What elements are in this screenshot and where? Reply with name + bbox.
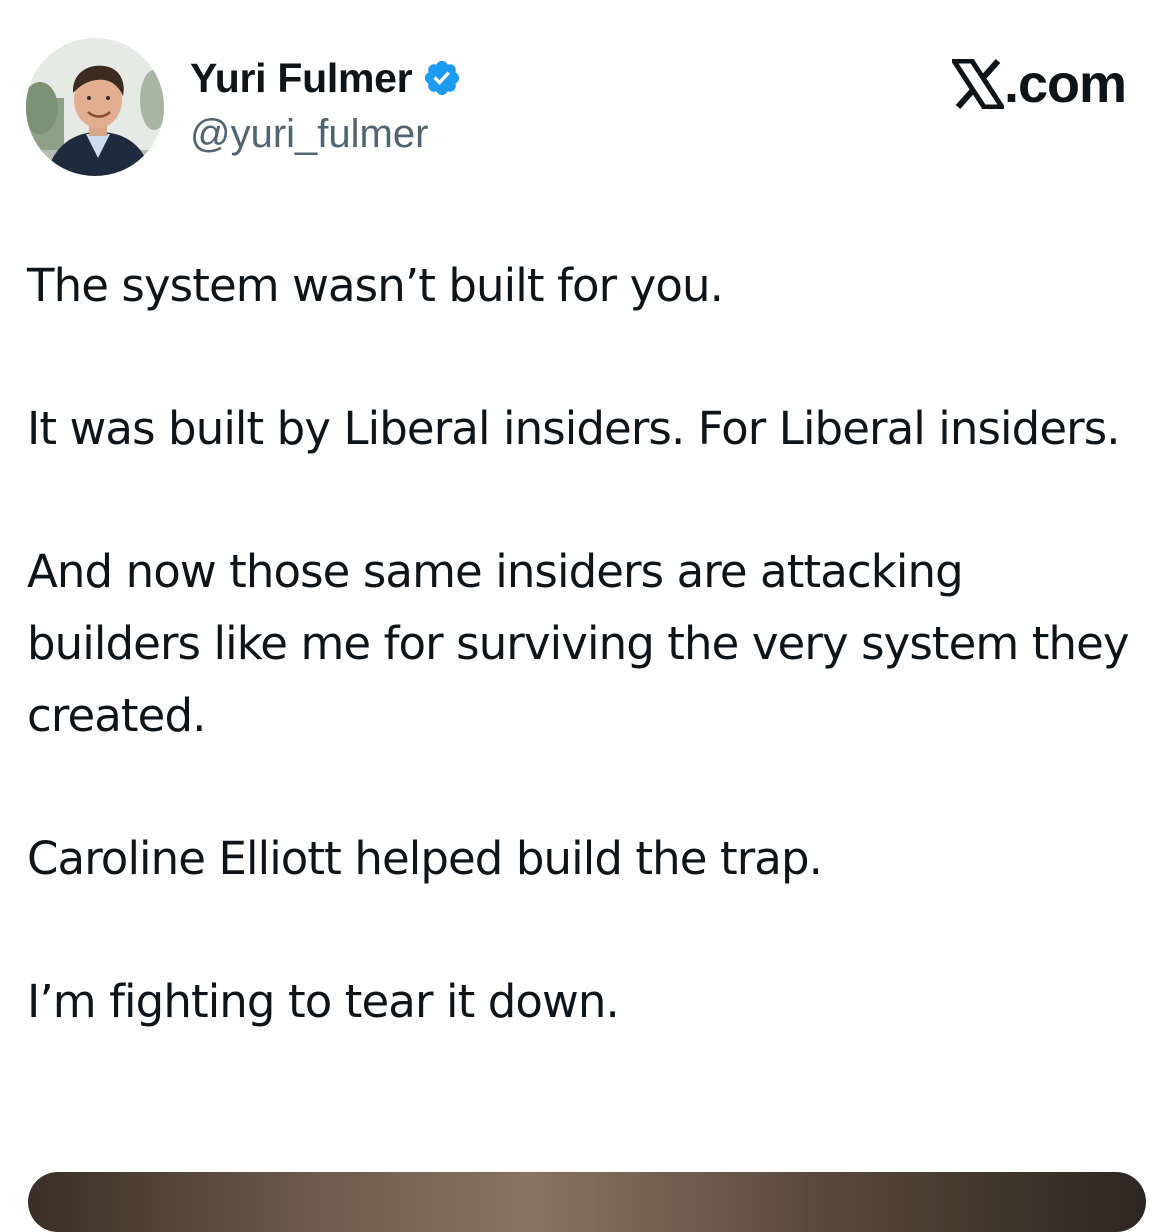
author-avatar[interactable] <box>26 38 164 176</box>
tweet-header: Yuri Fulmer @yuri_fulmer .com <box>0 0 1174 200</box>
author-handle[interactable]: @yuri_fulmer <box>190 112 428 156</box>
author-display-name[interactable]: Yuri Fulmer <box>190 57 413 99</box>
tweet-paragraph: It was built by Liberal insiders. For Li… <box>27 402 1121 455</box>
x-logo-icon <box>949 58 1007 110</box>
tweet-paragraph: And now those same insiders are attackin… <box>27 545 1130 742</box>
avatar-photo <box>26 38 164 176</box>
tweet-paragraph: Caroline Elliott helped build the trap. <box>27 832 823 885</box>
verified-badge-icon <box>422 58 462 98</box>
tweet-text: The system wasn’t built for you. It was … <box>27 250 1137 1109</box>
author-name-row: Yuri Fulmer <box>190 50 462 106</box>
brand-domain-text: .com <box>1003 54 1127 114</box>
brand-mark: .com <box>949 54 1127 114</box>
tweet-media-preview[interactable] <box>28 1172 1146 1232</box>
tweet-paragraph: The system wasn’t built for you. <box>27 259 724 312</box>
tweet-paragraph: I’m fighting to tear it down. <box>27 975 620 1028</box>
